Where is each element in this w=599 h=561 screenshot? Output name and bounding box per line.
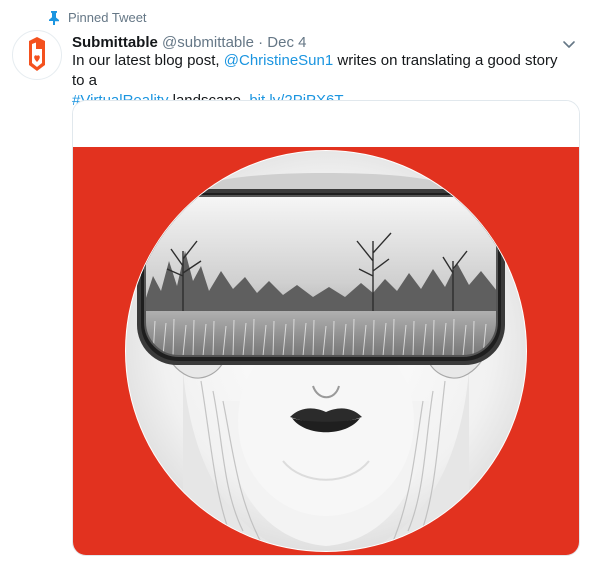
media-card[interactable] xyxy=(72,100,580,556)
tweet-text-part: In our latest blog post, xyxy=(72,52,224,69)
separator-dot: · xyxy=(258,34,264,51)
tweet-header: Submittable @submittable · Dec 4 xyxy=(72,33,306,53)
pin-icon xyxy=(49,10,59,25)
chevron-down-icon[interactable] xyxy=(561,36,577,52)
submittable-logo-icon xyxy=(29,37,45,71)
mention-link[interactable]: @ChristineSun1 xyxy=(224,52,333,69)
pinned-indicator: Pinned Tweet xyxy=(48,10,147,25)
account-handle[interactable]: @submittable xyxy=(162,34,254,51)
vr-headset-image-icon[interactable] xyxy=(73,101,579,555)
avatar[interactable] xyxy=(12,30,62,80)
tweet-date[interactable]: Dec 4 xyxy=(267,34,306,51)
account-name[interactable]: Submittable xyxy=(72,34,158,51)
pinned-label: Pinned Tweet xyxy=(68,10,147,25)
